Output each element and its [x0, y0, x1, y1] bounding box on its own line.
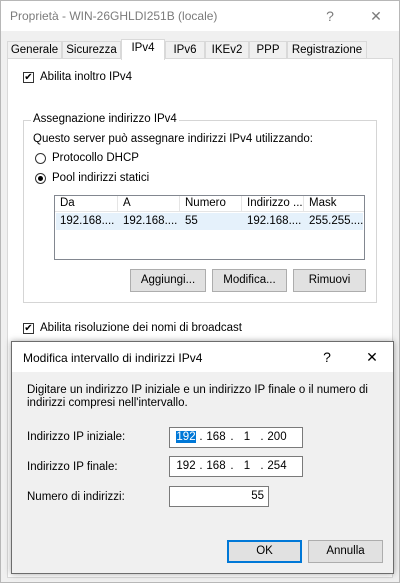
- edit-range-dialog: Modifica intervallo di indirizzi IPv4 ? …: [11, 341, 394, 574]
- tab-ipv6[interactable]: IPv6: [165, 41, 205, 59]
- tab-ikev2[interactable]: IKEv2: [205, 41, 249, 59]
- dhcp-label: Protocollo DHCP: [52, 152, 139, 164]
- cell-da: 192.168....: [60, 215, 115, 227]
- col-da[interactable]: Da: [55, 196, 118, 212]
- tab-ipv4[interactable]: IPv4: [121, 39, 165, 60]
- end-octet-4[interactable]: 254: [267, 460, 287, 472]
- address-pool-list[interactable]: Da A Numero Indirizzo ... Mask 192.168..…: [54, 195, 365, 260]
- count-label: Numero di indirizzi:: [27, 491, 125, 503]
- end-octet-2[interactable]: 168: [206, 460, 226, 472]
- dialog-help-icon[interactable]: ?: [316, 347, 338, 367]
- end-octet-1[interactable]: 192: [176, 460, 196, 472]
- static-pool-radio[interactable]: [35, 173, 46, 184]
- col-mask[interactable]: Mask: [304, 196, 364, 212]
- ok-button[interactable]: OK: [227, 540, 302, 563]
- static-pool-label: Pool indirizzi statici: [52, 172, 150, 184]
- cancel-button[interactable]: Annulla: [308, 540, 383, 563]
- close-icon[interactable]: ✕: [365, 6, 387, 26]
- dhcp-radio[interactable]: [35, 153, 46, 164]
- dialog-close-icon[interactable]: ✕: [361, 347, 383, 367]
- main-window-title: Proprietà - WIN-26GHLDI251B (locale): [10, 9, 218, 23]
- address-count-input[interactable]: 55: [169, 486, 269, 507]
- col-numero[interactable]: Numero: [180, 196, 242, 212]
- start-octet-2[interactable]: 168: [206, 431, 226, 443]
- start-octet-1[interactable]: 192: [176, 431, 196, 443]
- tab-registrazione[interactable]: Registrazione: [287, 41, 367, 59]
- dialog-description: Digitare un indirizzo IP iniziale e un i…: [27, 384, 368, 409]
- group-description: Questo server può assegnare indirizzi IP…: [33, 133, 313, 145]
- tab-generale[interactable]: Generale: [7, 41, 62, 59]
- list-header: Da A Numero Indirizzo ... Mask: [55, 196, 364, 212]
- start-ip-label: Indirizzo IP iniziale:: [27, 431, 126, 443]
- dialog-title: Modifica intervallo di indirizzi IPv4: [23, 351, 203, 365]
- col-indirizzo[interactable]: Indirizzo ...: [242, 196, 304, 212]
- enable-forwarding-label: Abilita inoltro IPv4: [40, 71, 133, 83]
- dialog-titlebar: Modifica intervallo di indirizzi IPv4 ? …: [12, 342, 393, 372]
- cell-a: 192.168....: [123, 215, 178, 227]
- tab-ppp[interactable]: PPP: [249, 41, 287, 59]
- edit-button[interactable]: Modifica...: [212, 269, 287, 292]
- main-titlebar: Proprietà - WIN-26GHLDI251B (locale) ? ✕: [1, 1, 399, 31]
- start-ip-field[interactable]: 192 . 168 . 1 . 200: [169, 427, 303, 448]
- cell-mask: 255.255....: [309, 215, 363, 227]
- end-ip-label: Indirizzo IP finale:: [27, 461, 118, 473]
- start-octet-4[interactable]: 200: [267, 431, 287, 443]
- end-ip-field[interactable]: 192 . 168 . 1 . 254: [169, 456, 303, 477]
- add-button[interactable]: Aggiungi...: [130, 269, 206, 292]
- broadcast-checkbox[interactable]: ✔: [23, 323, 34, 334]
- table-row[interactable]: 192.168.... 192.168.... 55 192.168.... 2…: [56, 213, 363, 230]
- tab-sicurezza[interactable]: Sicurezza: [62, 41, 121, 59]
- cell-indirizzo: 192.168....: [247, 215, 302, 227]
- broadcast-label: Abilita risoluzione dei nomi di broadcas…: [40, 322, 242, 334]
- col-a[interactable]: A: [118, 196, 180, 212]
- cell-numero: 55: [185, 215, 198, 227]
- enable-forwarding-checkbox[interactable]: ✔: [23, 72, 34, 83]
- start-octet-3[interactable]: 1: [237, 431, 257, 443]
- end-octet-3[interactable]: 1: [237, 460, 257, 472]
- remove-button[interactable]: Rimuovi: [293, 269, 366, 292]
- help-icon[interactable]: ?: [319, 6, 341, 26]
- group-title: Assegnazione indirizzo IPv4: [31, 113, 179, 125]
